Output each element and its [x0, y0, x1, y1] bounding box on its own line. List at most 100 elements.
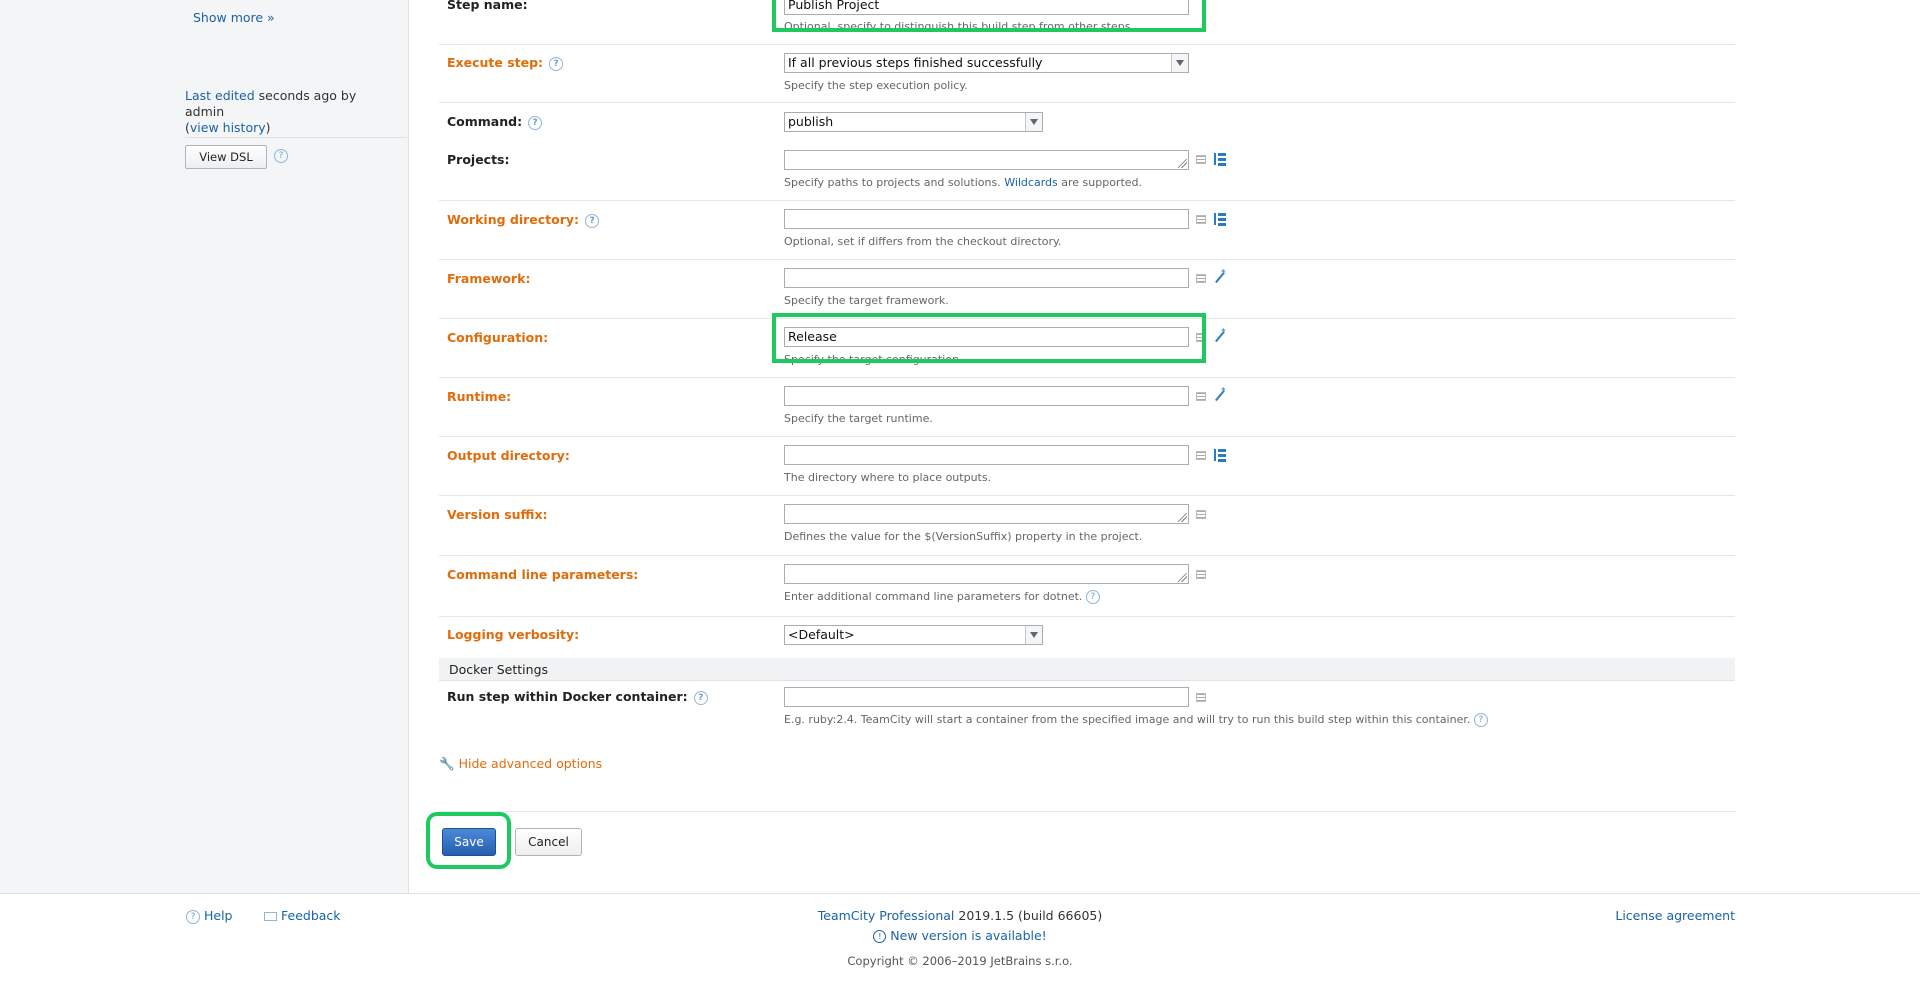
projects-label: Projects:	[447, 152, 510, 167]
execute-step-label-text: Execute step:	[447, 55, 544, 70]
footer-feedback-link[interactable]: Feedback	[264, 908, 341, 923]
configuration-label: Configuration:	[447, 330, 549, 345]
list-icon[interactable]	[1196, 274, 1206, 283]
magic-wand-icon[interactable]	[1213, 326, 1227, 343]
hide-advanced-options-link[interactable]: 🔧 Hide advanced options	[439, 756, 602, 772]
working-directory-input[interactable]	[784, 209, 1189, 229]
help-icon[interactable]: ?	[528, 115, 543, 130]
row-docker-container: Run step within Docker container:? E.g. …	[439, 681, 1735, 731]
framework-hint: Specify the target framework.	[784, 294, 949, 307]
help-icon[interactable]: ?	[274, 149, 288, 163]
teamcity-link[interactable]: TeamCity Professional	[818, 908, 955, 923]
footer-version-text: 2019.1.5 (build 66605)	[954, 908, 1103, 923]
execute-step-select[interactable]: If all previous steps finished successfu…	[784, 53, 1189, 73]
sidebar-divider	[185, 137, 407, 138]
execute-step-hint: Specify the step execution policy.	[784, 79, 968, 92]
logging-verbosity-select[interactable]: <Default>	[784, 625, 1043, 645]
step-name-label: Step name:	[447, 0, 528, 12]
command-line-parameters-hint-text: Enter additional command line parameters…	[784, 590, 1083, 603]
runtime-hint: Specify the target runtime.	[784, 412, 933, 425]
projects-hint: Specify paths to projects and solutions.…	[784, 176, 1142, 189]
framework-input[interactable]	[784, 268, 1189, 288]
projects-input[interactable]	[784, 150, 1189, 170]
tree-icon[interactable]	[1213, 212, 1227, 226]
list-icon[interactable]	[1196, 155, 1206, 164]
row-working-directory: Working directory:? Optional, set if dif…	[439, 200, 1735, 260]
view-history-link[interactable]: view history	[190, 120, 266, 135]
license-agreement-link[interactable]: License agreement	[1615, 908, 1735, 923]
footer-help-link[interactable]: ? Help	[186, 908, 232, 924]
docker-settings-title: Docker Settings	[449, 662, 549, 677]
docker-container-input[interactable]	[784, 687, 1189, 707]
docker-container-label: Run step within Docker container:?	[447, 689, 708, 705]
mail-icon	[264, 912, 277, 921]
command-value: publish	[788, 114, 834, 129]
working-directory-label: Working directory:?	[447, 212, 600, 228]
output-directory-hint: The directory where to place outputs.	[784, 471, 992, 484]
working-directory-label-text: Working directory:	[447, 212, 580, 227]
version-suffix-input[interactable]	[784, 504, 1189, 524]
row-version-suffix: Version suffix: Defines the value for th…	[439, 495, 1735, 556]
version-suffix-label: Version suffix:	[447, 507, 548, 522]
list-icon[interactable]	[1196, 693, 1206, 702]
logging-verbosity-label: Logging verbosity:	[447, 627, 580, 642]
info-icon: !	[873, 930, 887, 943]
list-icon[interactable]	[1196, 570, 1206, 579]
cancel-button[interactable]: Cancel	[515, 828, 582, 856]
new-version-text: New version is available!	[890, 928, 1047, 943]
projects-hint-text: Specify paths to projects and solutions.	[784, 176, 1005, 189]
command-select[interactable]: publish	[784, 112, 1043, 132]
new-version-notice: ! New version is available!	[760, 928, 1160, 943]
form-divider	[440, 811, 1736, 812]
row-command-projects: Command:? publish Projects: Specify path…	[439, 102, 1735, 201]
chevron-down-icon[interactable]	[1025, 113, 1042, 131]
output-directory-label: Output directory:	[447, 448, 570, 463]
wildcards-link[interactable]: Wildcards	[1004, 176, 1058, 189]
help-icon[interactable]: ?	[585, 213, 600, 228]
list-icon[interactable]	[1196, 215, 1206, 224]
build-step-form: Step name: Publish Project Optional, spe…	[439, 0, 1735, 771]
help-icon[interactable]: ?	[549, 56, 564, 71]
last-edited-info: Last edited seconds ago by admin (view h…	[185, 88, 395, 136]
show-more-link[interactable]: Show more »	[193, 10, 275, 25]
list-icon[interactable]	[1196, 451, 1206, 460]
chevron-down-icon[interactable]	[1171, 54, 1188, 72]
docker-settings-header: Docker Settings	[439, 658, 1735, 681]
docker-container-hint-text: E.g. ruby:2.4. TeamCity will start a con…	[784, 713, 1471, 726]
command-line-parameters-label: Command line parameters:	[447, 567, 639, 582]
tree-icon[interactable]	[1213, 448, 1227, 462]
highlight-step-name	[772, 0, 1206, 32]
row-framework: Framework: Specify the target framework.	[439, 259, 1735, 319]
command-label: Command:?	[447, 114, 543, 130]
row-logging-verbosity: Logging verbosity: <Default>	[439, 616, 1735, 659]
view-dsl-button[interactable]: View DSL	[185, 145, 267, 169]
list-icon[interactable]	[1196, 392, 1206, 401]
highlight-configuration	[772, 313, 1206, 363]
help-icon[interactable]: ?	[1473, 713, 1488, 727]
docker-container-label-text: Run step within Docker container:	[447, 689, 688, 704]
last-edited-link[interactable]: Last edited	[185, 88, 255, 103]
footer-version: TeamCity Professional 2019.1.5 (build 66…	[760, 908, 1160, 923]
runtime-input[interactable]	[784, 386, 1189, 406]
list-icon[interactable]	[1196, 510, 1206, 519]
tree-icon[interactable]	[1213, 152, 1227, 166]
docker-container-hint: E.g. ruby:2.4. TeamCity will start a con…	[784, 713, 1488, 727]
command-line-parameters-input[interactable]	[784, 564, 1189, 584]
row-execute-step: Execute step:? If all previous steps fin…	[439, 44, 1735, 103]
logging-verbosity-value: <Default>	[788, 627, 855, 642]
magic-wand-icon[interactable]	[1213, 267, 1227, 284]
command-label-text: Command:	[447, 114, 523, 129]
magic-wand-icon[interactable]	[1213, 385, 1227, 402]
help-icon[interactable]: ?	[1085, 590, 1100, 604]
chevron-down-icon[interactable]	[1025, 626, 1042, 644]
command-line-parameters-hint: Enter additional command line parameters…	[784, 590, 1100, 604]
paren-close: )	[265, 120, 271, 135]
row-runtime: Runtime: Specify the target runtime.	[439, 377, 1735, 437]
output-directory-input[interactable]	[784, 445, 1189, 465]
footer-feedback-text: Feedback	[281, 908, 341, 923]
help-icon[interactable]: ?	[693, 690, 708, 705]
help-icon: ?	[186, 909, 200, 924]
execute-step-label: Execute step:?	[447, 55, 564, 71]
highlight-save-button	[426, 812, 511, 869]
new-version-link[interactable]: ! New version is available!	[873, 928, 1047, 943]
